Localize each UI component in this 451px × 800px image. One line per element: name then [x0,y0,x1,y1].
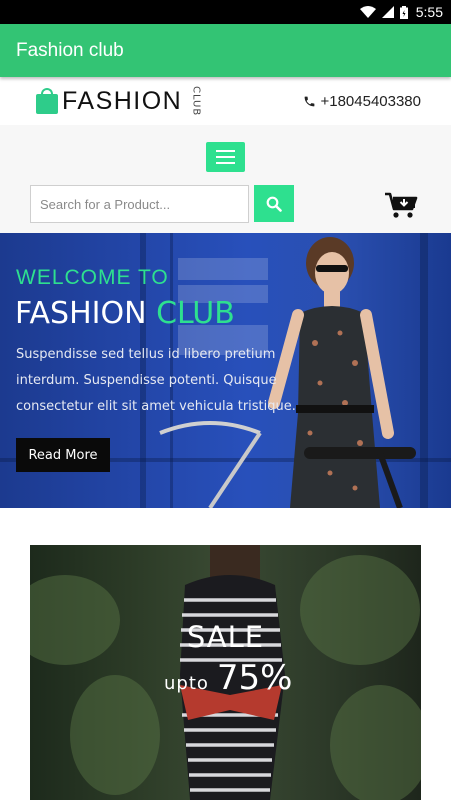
app-title: Fashion club [16,39,124,61]
hero-description: Suspendisse sed tellus id libero pretium… [16,347,296,414]
hamburger-menu-button[interactable] [206,142,245,172]
status-bar: 5:55 [0,0,451,24]
shopping-bag-icon [36,88,58,114]
site-logo[interactable]: FASHION CLUB [36,86,201,116]
signal-icon [381,6,394,18]
logo-text: FASHION [62,86,183,115]
phone-icon [305,96,315,106]
status-time: 5:55 [415,4,443,20]
phone-number: +18045403380 [320,92,421,110]
battery-icon [399,5,408,19]
status-icons [359,5,408,19]
hero-title-main: FASHION [15,296,147,331]
sale-title: SALE [186,620,265,654]
hero-title: FASHION CLUB [15,296,235,331]
wifi-icon [359,6,376,18]
site-header: FASHION CLUB +18045403380 [0,77,451,125]
phone-contact[interactable]: +18045403380 [303,93,421,110]
hero-title-accent: CLUB [156,296,235,331]
sale-upto-label: upto [164,673,209,694]
hamburger-menu-icon [216,150,235,152]
sale-discount: upto 75% [164,658,292,698]
search-icon [266,196,282,212]
nav-search-area [0,125,451,233]
logo-subtext: CLUB [190,86,202,117]
app-bar: Fashion club [0,24,451,77]
read-more-button[interactable]: Read More [16,438,110,472]
search-input[interactable] [30,185,249,223]
cart-icon[interactable] [384,191,418,219]
sale-percent: 75% [216,658,293,698]
hero-welcome-text: WELCOME TO [16,266,169,289]
search-button[interactable] [254,185,294,222]
